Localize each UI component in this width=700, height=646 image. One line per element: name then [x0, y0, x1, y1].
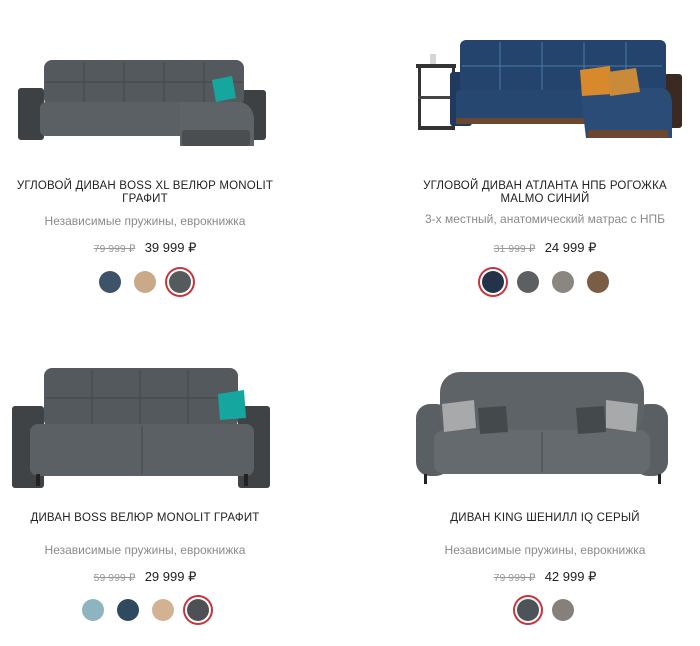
product-prices: 79 999 ₽ 39 999 ₽ [0, 240, 290, 256]
old-price: 79 999 ₽ [93, 243, 136, 255]
product-title[interactable]: УГЛОВОЙ ДИВАН BOSS XL ВЕЛЮР MONOLIT ГРАФ… [0, 180, 290, 206]
color-swatch[interactable] [151, 599, 174, 621]
product-card[interactable]: УГЛОВОЙ ДИВАН BOSS XL ВЕЛЮР MONOLIT ГРАФ… [0, 0, 300, 310]
color-swatch[interactable] [551, 599, 574, 621]
current-price: 42 999 ₽ [544, 569, 597, 584]
color-swatches [0, 599, 290, 621]
current-price: 39 999 ₽ [144, 240, 197, 255]
color-swatch[interactable] [169, 271, 191, 293]
color-swatch[interactable] [516, 599, 539, 621]
product-image[interactable] [400, 348, 700, 488]
current-price: 24 999 ₽ [544, 240, 597, 255]
old-price: 59 999 ₽ [93, 572, 136, 584]
product-card[interactable]: УГЛОВОЙ ДИВАН АТЛАНТА НПБ РОГОЖКА MALMO … [400, 0, 700, 310]
product-title[interactable]: ДИВАН BOSS ВЕЛЮР MONOLIT ГРАФИТ [0, 512, 290, 525]
sofa-image [12, 368, 270, 488]
color-swatch[interactable] [481, 271, 504, 293]
old-price: 31 999 ₽ [493, 243, 536, 255]
color-swatch[interactable] [516, 271, 539, 293]
color-swatch[interactable] [116, 599, 139, 621]
corner-sofa-image [18, 60, 266, 146]
color-swatch[interactable] [134, 271, 156, 293]
product-image[interactable] [0, 18, 300, 158]
color-swatch[interactable] [99, 271, 121, 293]
color-swatch[interactable] [586, 271, 609, 293]
color-swatch[interactable] [551, 271, 574, 293]
product-subtitle: Независимые пружины, еврокнижка [444, 543, 646, 557]
current-price: 29 999 ₽ [144, 569, 197, 584]
product-prices: 59 999 ₽ 29 999 ₽ [0, 569, 290, 585]
product-prices: 79 999 ₽ 42 999 ₽ [400, 569, 690, 585]
product-subtitle: Независимые пружины, еврокнижка [44, 543, 246, 557]
product-subtitle: 3-х местный, анатомический матрас с НПБ [425, 212, 665, 226]
product-subtitle: Независимые пружины, еврокнижка [44, 214, 246, 228]
color-swatches [400, 599, 690, 621]
sofa-image [416, 372, 668, 484]
product-image[interactable] [0, 348, 300, 488]
old-price: 79 999 ₽ [493, 572, 536, 584]
color-swatches [400, 271, 690, 293]
product-card[interactable]: ДИВАН KING ШЕНИЛЛ IQ СЕРЫЙ Независимые п… [400, 330, 700, 640]
color-swatch[interactable] [81, 599, 104, 621]
product-title[interactable]: ДИВАН KING ШЕНИЛЛ IQ СЕРЫЙ [400, 512, 690, 525]
color-swatches [0, 271, 290, 293]
product-prices: 31 999 ₽ 24 999 ₽ [400, 240, 690, 256]
color-swatch[interactable] [186, 599, 209, 621]
corner-sofa-image [416, 40, 682, 138]
product-card[interactable]: ДИВАН BOSS ВЕЛЮР MONOLIT ГРАФИТ Независи… [0, 330, 300, 640]
product-title[interactable]: УГЛОВОЙ ДИВАН АТЛАНТА НПБ РОГОЖКА MALMO … [400, 180, 690, 206]
product-image[interactable] [400, 18, 700, 158]
